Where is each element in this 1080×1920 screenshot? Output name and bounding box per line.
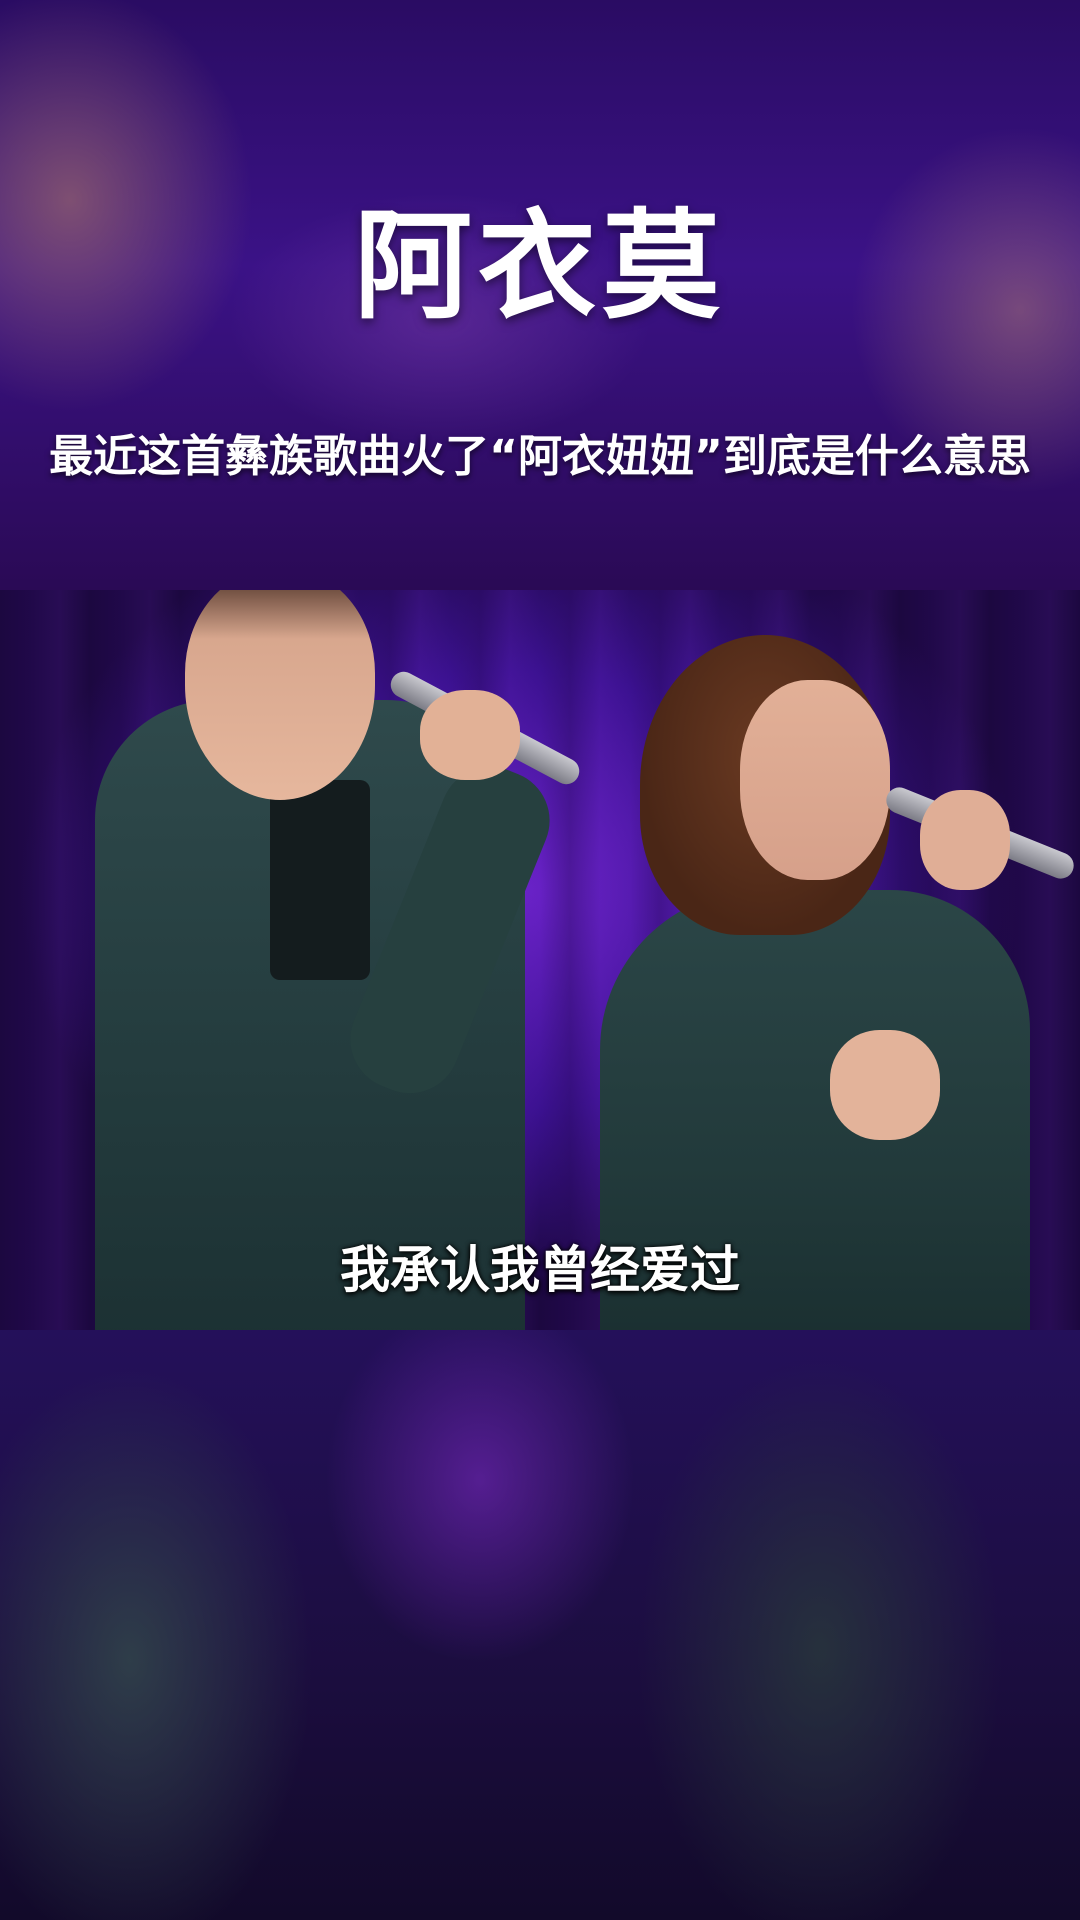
- female-singer-hand: [830, 1030, 940, 1140]
- blurred-backdrop-bottom: [0, 1330, 1080, 1920]
- male-singer-hand: [420, 690, 520, 780]
- female-singer-face: [740, 680, 890, 880]
- video-subtitle: 最近这首彝族歌曲火了“阿衣妞妞”到底是什么意思: [49, 431, 1031, 482]
- video-frame[interactable]: 我承认我曾经爱过: [0, 590, 1080, 1330]
- female-singer-hand: [920, 790, 1010, 890]
- video-title: 阿衣莫: [353, 196, 726, 335]
- male-singer-shirt: [270, 780, 370, 980]
- lyric-caption: 我承认我曾经爱过: [340, 1241, 740, 1299]
